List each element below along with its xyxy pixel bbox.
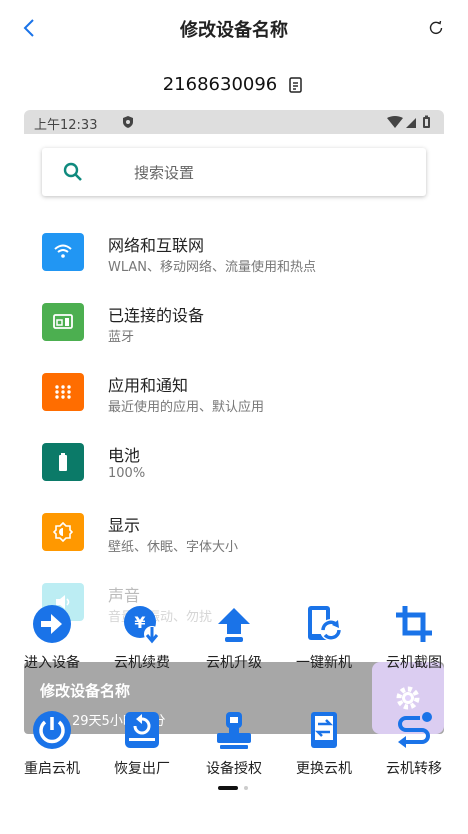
settings-item-network[interactable]: 网络和互联网 WLAN、移动网络、流量使用和热点 (24, 226, 444, 286)
search-icon (63, 162, 82, 181)
action-authorize[interactable]: 设备授权 (189, 710, 279, 778)
apps-icon (42, 373, 84, 411)
page-dot-active (218, 786, 238, 790)
action-label: 云机转移 (386, 761, 442, 777)
item-subtitle: 壁纸、休眠、字体大小 (108, 540, 239, 555)
factory-reset-icon (122, 710, 162, 750)
item-title: 显示 (108, 516, 141, 535)
overlay-title: 修改设备名称 (40, 682, 131, 700)
enter-icon (32, 604, 72, 644)
item-subtitle: 最近使用的应用、默认应用 (108, 400, 265, 415)
battery-icon (42, 443, 84, 481)
action-screenshot[interactable]: 云机截图 (369, 604, 459, 672)
search-placeholder: 搜索设置 (134, 164, 195, 182)
settings-item-display[interactable]: 显示 壁纸、休眠、字体大小 (24, 506, 444, 566)
item-title: 网络和互联网 (108, 236, 205, 255)
signal-battery-icon (387, 115, 430, 128)
action-label: 一键新机 (296, 655, 352, 671)
item-subtitle: 蓝牙 (108, 330, 135, 345)
settings-item-battery[interactable]: 电池 100% (24, 436, 444, 496)
action-restart[interactable]: 重启云机 (7, 710, 97, 778)
action-enter-device[interactable]: 进入设备 (7, 604, 97, 672)
item-title: 电池 (108, 446, 141, 465)
svg-text:¥: ¥ (134, 613, 145, 632)
item-subtitle: WLAN、移动网络、流量使用和热点 (108, 260, 317, 275)
action-label: 云机续费 (114, 655, 170, 671)
action-transfer[interactable]: 云机转移 (369, 710, 459, 778)
page-indicator (218, 786, 250, 790)
item-subtitle: 100% (108, 466, 146, 481)
action-label: 设备授权 (206, 761, 262, 777)
item-title: 应用和通知 (108, 376, 189, 395)
action-label: 进入设备 (24, 655, 80, 671)
settings-search[interactable]: 搜索设置 (42, 148, 426, 196)
page-dot[interactable] (244, 786, 248, 790)
devices-icon (42, 303, 84, 341)
display-icon (42, 513, 84, 551)
action-new-device[interactable]: 一键新机 (279, 604, 369, 672)
renew-icon: ¥ (122, 604, 162, 644)
upgrade-icon (214, 604, 254, 644)
device-id-row: 2168630096 (0, 74, 468, 95)
copy-icon[interactable] (287, 75, 305, 95)
item-title: 声音 (108, 586, 141, 605)
action-label: 恢复出厂 (114, 761, 170, 777)
action-renew[interactable]: ¥ 云机续费 (97, 604, 187, 672)
action-factory-reset[interactable]: 恢复出厂 (97, 710, 187, 778)
replace-icon (304, 710, 344, 750)
new-device-icon (304, 604, 344, 644)
action-label: 更换云机 (296, 761, 352, 777)
action-label: 云机截图 (386, 655, 442, 671)
status-time: 上午12:33 (34, 118, 98, 133)
status-bar: 上午12:33 (24, 110, 444, 134)
transfer-icon (394, 710, 434, 750)
action-label: 云机升级 (206, 655, 262, 671)
device-id: 2168630096 (162, 74, 278, 95)
power-icon (32, 710, 72, 750)
settings-item-apps[interactable]: 应用和通知 最近使用的应用、默认应用 (24, 366, 444, 426)
wifi-icon (42, 233, 84, 271)
header: 修改设备名称 (0, 0, 468, 58)
shield-icon (123, 116, 133, 128)
action-replace-device[interactable]: 更换云机 (279, 710, 369, 778)
authorize-icon (214, 710, 254, 750)
page-title: 修改设备名称 (180, 20, 288, 41)
item-title: 已连接的设备 (108, 306, 205, 325)
settings-item-connected-devices[interactable]: 已连接的设备 蓝牙 (24, 296, 444, 356)
action-label: 重启云机 (24, 761, 80, 777)
action-upgrade[interactable]: 云机升级 (189, 604, 279, 672)
screenshot-icon (394, 604, 434, 644)
refresh-icon[interactable] (426, 18, 446, 38)
